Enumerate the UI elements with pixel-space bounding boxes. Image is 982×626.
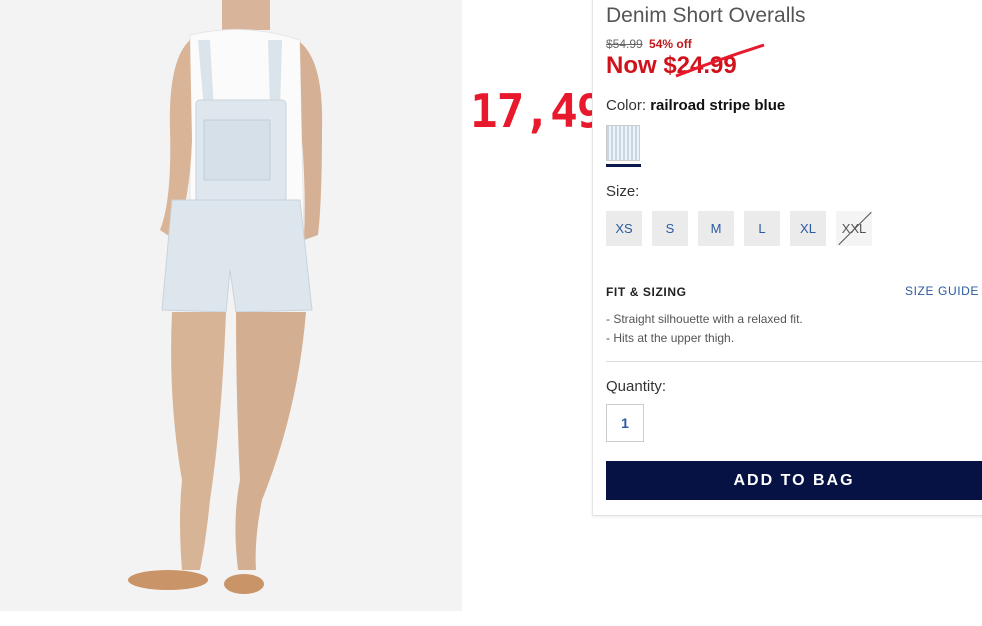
fit-item: - Straight silhouette with a relaxed fit…	[606, 312, 803, 326]
product-title: Denim Short Overalls	[606, 4, 806, 27]
divider	[606, 361, 982, 362]
original-price: $54.99	[606, 37, 643, 51]
add-to-bag-button[interactable]: ADD TO BAG	[606, 461, 982, 500]
annotation-price: 17,49	[470, 84, 604, 138]
size-l-button[interactable]: L	[744, 211, 780, 246]
size-xs-button[interactable]: XS	[606, 211, 642, 246]
size-xxl-button[interactable]: XXL	[836, 211, 872, 246]
fit-sizing-title: FIT & SIZING	[606, 285, 687, 299]
strike-annotation	[675, 43, 765, 78]
product-image[interactable]	[0, 0, 462, 611]
size-label: Size:	[606, 183, 640, 200]
color-value: railroad stripe blue	[650, 97, 786, 114]
size-guide-link[interactable]: SIZE GUIDE	[905, 284, 979, 298]
fit-item: - Hits at the upper thigh.	[606, 331, 735, 345]
color-row: Color: railroad stripe blue	[606, 97, 785, 114]
size-xl-button[interactable]: XL	[790, 211, 826, 246]
swatch-selected-indicator	[606, 164, 641, 167]
model-illustration	[0, 0, 462, 611]
quantity-label: Quantity:	[606, 378, 667, 395]
size-m-button[interactable]: M	[698, 211, 734, 246]
quantity-input[interactable]: 1	[606, 404, 644, 442]
size-s-button[interactable]: S	[652, 211, 688, 246]
color-label: Color:	[606, 97, 647, 114]
color-swatch[interactable]	[606, 125, 640, 161]
